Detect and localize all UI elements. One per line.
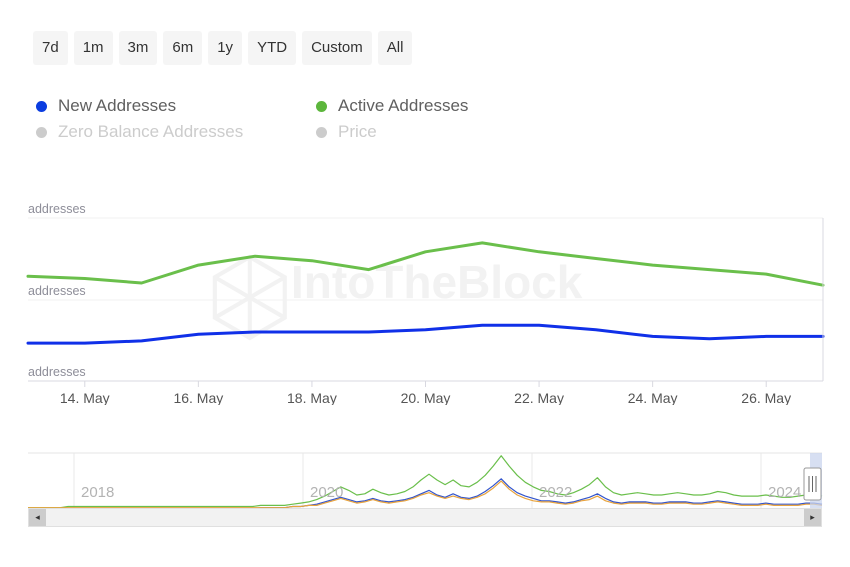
y-axis-label: addresses <box>28 202 86 216</box>
navigator-year-label: 2022 <box>539 484 572 501</box>
chart-plot-svg: IntoTheBlock addressesaddressesaddresses… <box>26 202 825 405</box>
navigator-series <box>28 455 823 510</box>
y-axis-label: addresses <box>28 365 86 379</box>
legend-dot-icon <box>316 126 327 138</box>
chevron-right-icon: ▸ <box>810 512 815 522</box>
hexagon-cube-logo-icon <box>212 254 287 341</box>
legend-dot-icon <box>36 100 47 112</box>
navigator-year-label: 2024 <box>768 484 801 501</box>
x-axis-label: 14. May <box>60 390 110 405</box>
range-7d-button[interactable]: 7d <box>33 31 68 65</box>
legend-row-2: Zero Balance Addresses Price <box>36 119 596 145</box>
time-range-selector: 7d 1m 3m 6m 1y YTD Custom All <box>33 31 413 65</box>
scrollbar-track[interactable] <box>46 509 804 526</box>
x-axis-ticks <box>84 381 767 387</box>
navigator-scrollbar[interactable]: ◂ ▸ <box>28 508 822 527</box>
range-ytd-button[interactable]: YTD <box>248 31 297 65</box>
legend-row-1: New Addresses Active Addresses <box>36 93 596 119</box>
navigator-right-handle[interactable] <box>803 467 822 501</box>
navigator-year-labels: 2018 2020 2022 2024 <box>81 484 801 501</box>
range-3m-button[interactable]: 3m <box>118 31 158 65</box>
legend-label: Price <box>338 122 377 141</box>
legend-dot-icon <box>316 100 327 112</box>
scroll-right-button[interactable]: ▸ <box>804 509 821 526</box>
x-axis-label: 22. May <box>514 390 564 405</box>
navigator-gridlines <box>73 453 762 510</box>
legend-label: Active Addresses <box>338 96 469 115</box>
legend-dot-icon <box>36 126 47 138</box>
legend-item-active-addresses[interactable]: Active Addresses <box>316 93 596 119</box>
x-axis-label: 20. May <box>401 390 451 405</box>
range-1y-button[interactable]: 1y <box>208 31 243 65</box>
range-6m-button[interactable]: 6m <box>163 31 203 65</box>
range-custom-button[interactable]: Custom <box>302 31 372 65</box>
x-axis-label: 24. May <box>628 390 678 405</box>
scroll-left-button[interactable]: ◂ <box>29 509 46 526</box>
x-axis-label: 18. May <box>287 390 337 405</box>
main-chart[interactable]: IntoTheBlock addresses addresses addresses… <box>0 180 850 405</box>
chart-legend: New Addresses Active Addresses Zero Bala… <box>36 93 596 145</box>
legend-item-new-addresses[interactable]: New Addresses <box>36 93 316 119</box>
x-axis-label: 26. May <box>741 390 791 405</box>
navigator-year-label: 2018 <box>81 484 114 501</box>
legend-item-price[interactable]: Price <box>316 119 596 145</box>
range-1m-button[interactable]: 1m <box>73 31 113 65</box>
legend-label: New Addresses <box>58 96 177 115</box>
x-axis-label: 16. May <box>173 390 223 405</box>
navigator-year-label: 2020 <box>310 484 343 501</box>
range-all-button[interactable]: All <box>377 31 413 65</box>
legend-label: Zero Balance Addresses <box>58 122 244 141</box>
series-line <box>26 323 825 345</box>
navigator-series-line <box>28 455 823 509</box>
legend-item-zero-balance-addresses[interactable]: Zero Balance Addresses <box>36 119 316 145</box>
y-axis-labels: addresses addresses addresses <box>28 202 86 379</box>
x-axis-labels: 14. May 16. May 18. May 20. May 22. May 24. M… <box>60 390 791 405</box>
y-axis-label: addresses <box>28 284 86 298</box>
chevron-left-icon: ◂ <box>35 512 40 522</box>
